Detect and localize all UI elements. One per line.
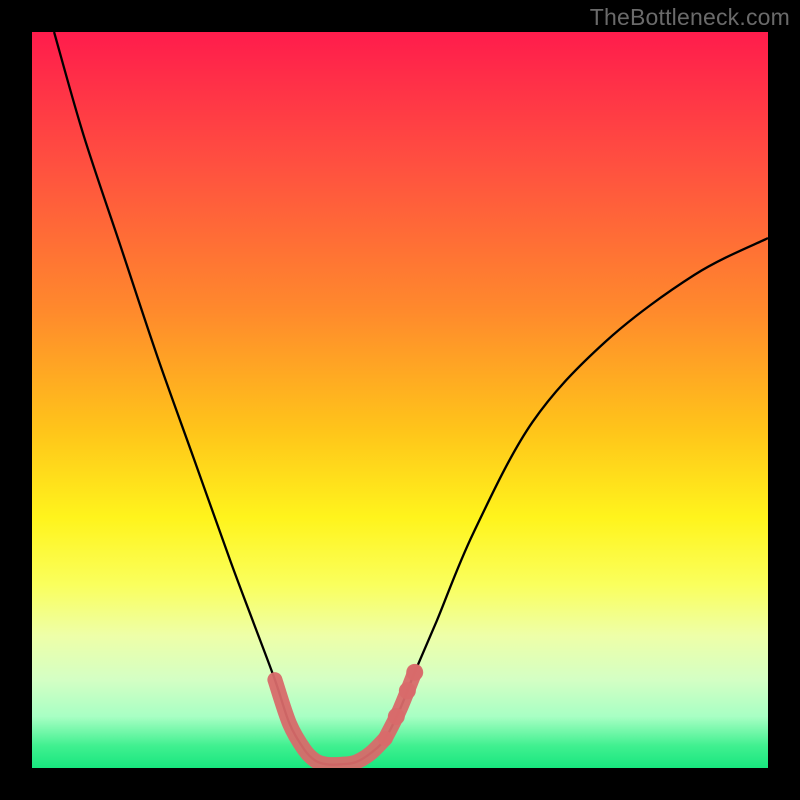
watermark-text: TheBottleneck.com bbox=[590, 4, 790, 31]
highlight-segment-right bbox=[385, 672, 414, 738]
highlight-segment-left bbox=[275, 680, 385, 765]
plot-area bbox=[32, 32, 768, 768]
highlight-dots-dot bbox=[399, 682, 416, 699]
main-curve bbox=[54, 32, 768, 765]
chart-frame: TheBottleneck.com bbox=[0, 0, 800, 800]
curve-svg bbox=[32, 32, 768, 768]
highlight-dots-dot bbox=[406, 664, 423, 681]
highlight-dots-dot bbox=[388, 708, 405, 725]
